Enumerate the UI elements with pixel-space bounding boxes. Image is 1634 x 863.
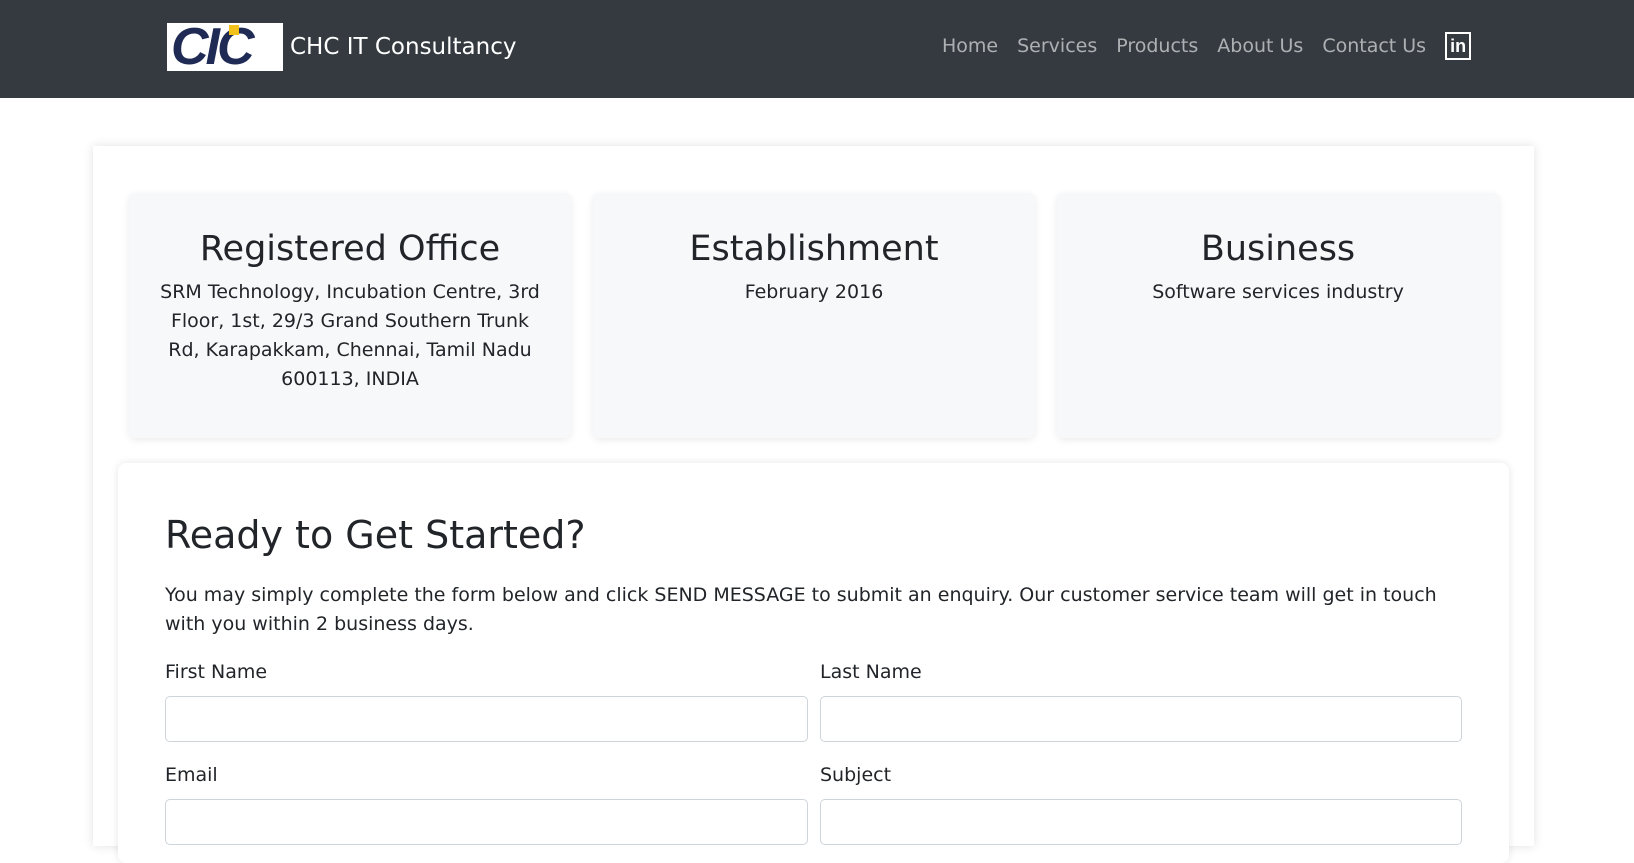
establishment-card: Establishment February 2016 [593, 193, 1035, 438]
main-nav: Home Services Products About Us Contact … [942, 32, 1472, 60]
linkedin-glyph: in [1450, 35, 1467, 56]
nav-services[interactable]: Services [1017, 35, 1097, 57]
registered-office-address: SRM Technology, Incubation Centre, 3rd F… [160, 281, 540, 390]
nav-about-us[interactable]: About Us [1217, 35, 1303, 57]
form-description: You may simply complete the form below a… [165, 584, 1437, 635]
brand-name: CHC IT Consultancy [290, 34, 517, 60]
last-name-field[interactable] [820, 696, 1462, 742]
email-field[interactable] [165, 799, 808, 845]
nav-contact-us[interactable]: Contact Us [1322, 35, 1426, 57]
subject-label: Subject [820, 764, 892, 786]
logo-text: CIC [171, 23, 255, 71]
brand-link[interactable]: CIC CHC IT Consultancy [167, 23, 516, 71]
establishment-title: Establishment [689, 229, 939, 269]
logo-accent-dot [229, 25, 239, 35]
company-logo: CIC [167, 23, 283, 71]
registered-office-title: Registered Office [199, 229, 501, 269]
registered-office-card: Registered Office SRM Technology, Incuba… [129, 193, 571, 438]
first-name-field[interactable] [165, 696, 808, 742]
linkedin-icon[interactable]: in [1445, 32, 1472, 60]
subject-field[interactable] [820, 799, 1462, 845]
last-name-label: Last Name [820, 661, 922, 683]
form-title: Ready to Get Started? [165, 513, 586, 557]
business-title: Business [1200, 229, 1356, 269]
first-name-label: First Name [165, 661, 268, 683]
establishment-date: February 2016 [744, 281, 884, 303]
contact-form-card: Ready to Get Started? You may simply com… [118, 463, 1509, 863]
navbar: CIC CHC IT Consultancy Home Services Pro… [0, 0, 1634, 98]
business-card: Business Software services industry [1057, 193, 1499, 438]
nav-products[interactable]: Products [1116, 35, 1198, 57]
email-label: Email [165, 764, 218, 786]
business-description: Software services industry [1152, 281, 1404, 303]
nav-home[interactable]: Home [942, 35, 998, 57]
